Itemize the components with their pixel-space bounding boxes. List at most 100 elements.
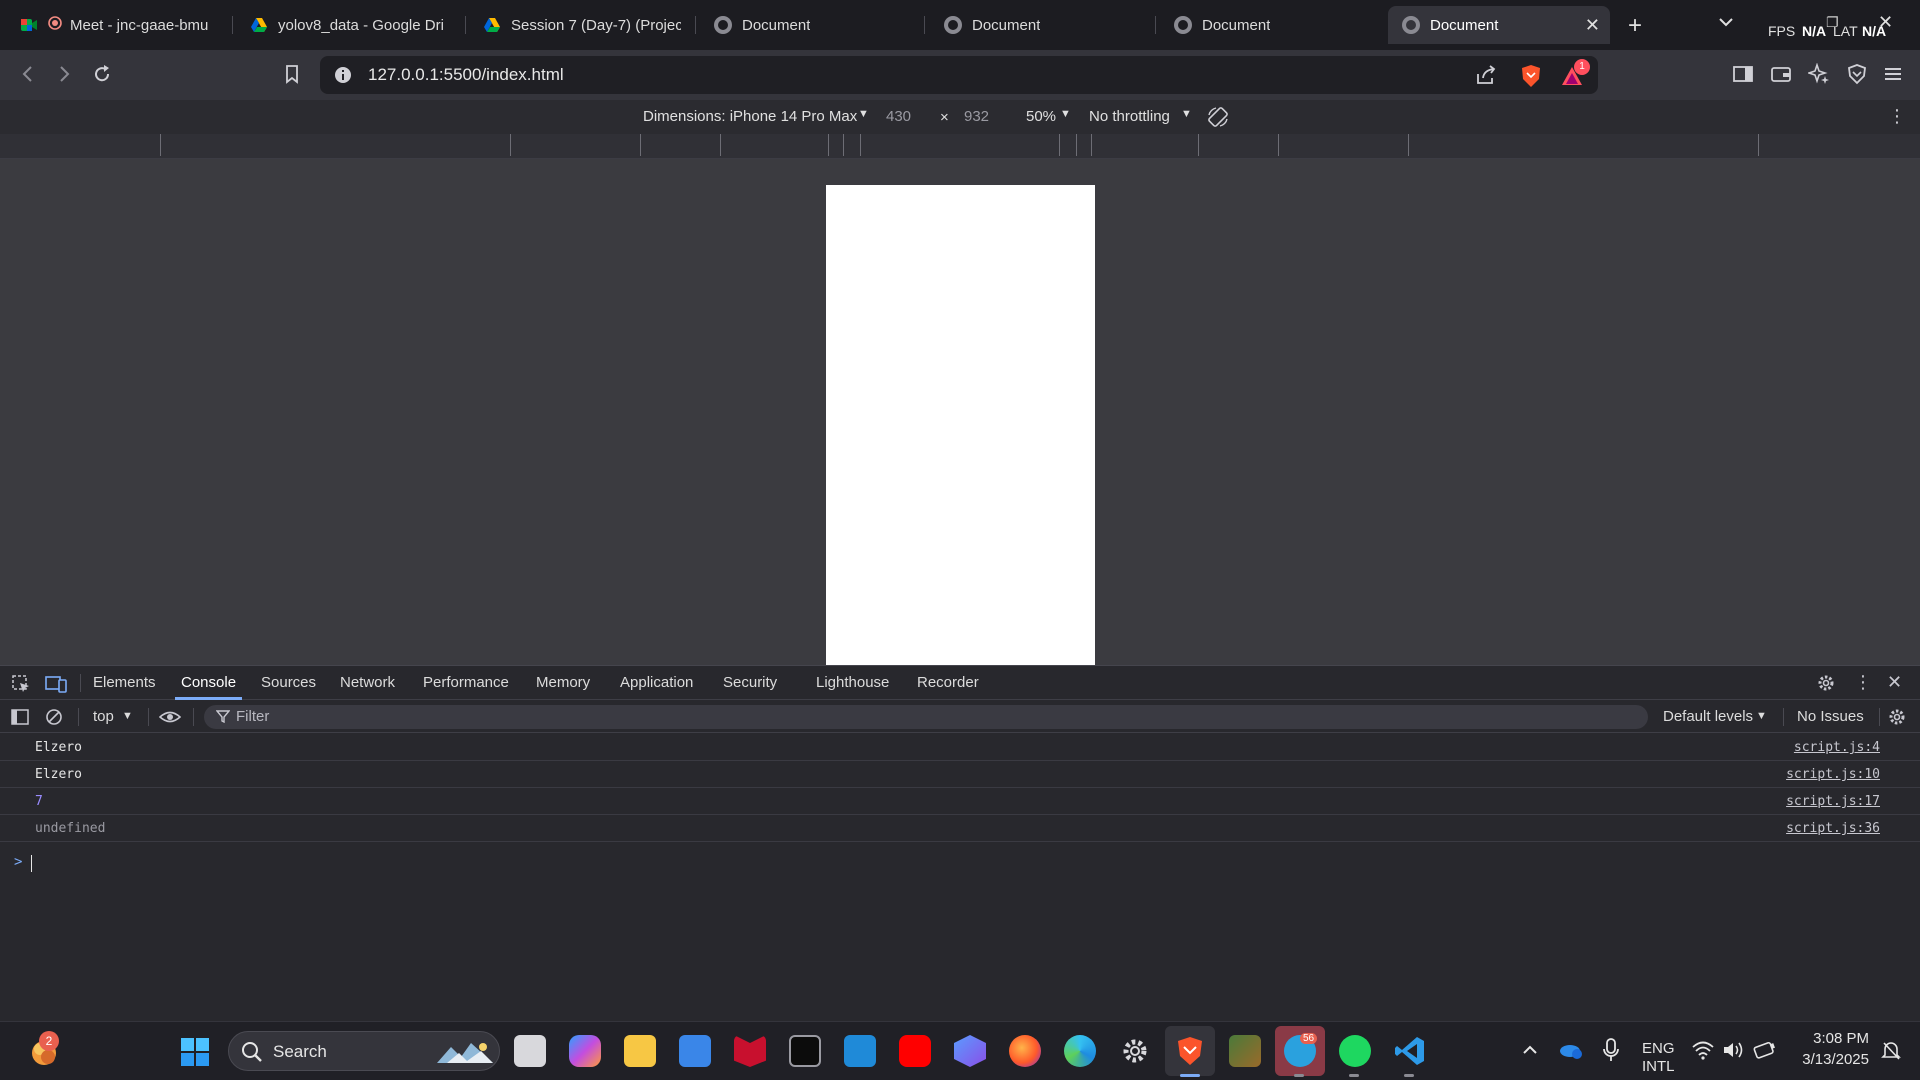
tab-console[interactable]: Console <box>174 666 243 700</box>
device-height-input[interactable]: 932 <box>964 108 989 125</box>
url-text[interactable]: 127.0.0.1:5500/index.html <box>368 65 564 85</box>
log-source-link[interactable]: script.js:4 <box>1794 734 1880 761</box>
device-toolbar-toggle-icon[interactable] <box>45 674 67 699</box>
notification-bell-icon[interactable] <box>1880 1040 1902 1067</box>
tab-yolov8-data[interactable]: yolov8_data - Google Dri <box>236 6 462 44</box>
tab-list-chevron-icon[interactable] <box>1716 12 1736 37</box>
app-hexagon-icon[interactable] <box>954 1035 986 1067</box>
task-view-icon[interactable] <box>514 1035 546 1067</box>
spotify-icon[interactable] <box>1339 1035 1371 1067</box>
vscode-icon[interactable] <box>1394 1035 1426 1072</box>
remote-desktop-icon[interactable] <box>844 1035 876 1067</box>
tab-application[interactable]: Application <box>620 666 693 700</box>
clock-date[interactable]: 3/13/2025 <box>1795 1051 1869 1068</box>
firefox-icon[interactable] <box>1009 1035 1041 1067</box>
tab-lighthouse[interactable]: Lighthouse <box>816 666 889 700</box>
log-source-link[interactable]: script.js:36 <box>1786 815 1880 842</box>
console-sidebar-icon[interactable] <box>11 708 29 730</box>
leo-ai-icon[interactable] <box>1806 62 1830 89</box>
inspect-element-icon[interactable] <box>11 674 31 699</box>
settings-icon[interactable] <box>1119 1035 1151 1072</box>
log-source-link[interactable]: script.js:17 <box>1786 788 1880 815</box>
tab-document-1[interactable]: Document <box>700 6 922 44</box>
console-settings-gear-icon[interactable] <box>1887 707 1907 731</box>
tab-recorder[interactable]: Recorder <box>917 666 979 700</box>
chevron-down-icon[interactable]: ▼ <box>122 710 133 722</box>
close-tab-icon[interactable]: ✕ <box>1585 15 1600 36</box>
microphone-icon[interactable] <box>1602 1038 1620 1067</box>
youtube-icon[interactable] <box>899 1035 931 1067</box>
tab-strip: Meet - jnc-gaae-bmu yolov8_data - Google… <box>0 0 1920 50</box>
media-query-ruler[interactable] <box>0 134 1920 159</box>
volume-icon[interactable] <box>1722 1040 1744 1065</box>
tab-sources[interactable]: Sources <box>261 666 316 700</box>
microsoft-store-icon[interactable] <box>679 1035 711 1067</box>
sidebar-toggle-icon[interactable] <box>1732 64 1754 88</box>
device-dimensions-dropdown[interactable]: Dimensions: iPhone 14 Pro Max <box>643 108 857 125</box>
tab-meet[interactable]: Meet - jnc-gaae-bmu <box>6 6 228 44</box>
log-source-link[interactable]: script.js:10 <box>1786 761 1880 788</box>
tab-label: Session 7 (Day-7) (Project <box>511 16 681 34</box>
keyboard-layout-indicator[interactable]: INTL <box>1642 1058 1675 1075</box>
wallet-icon[interactable] <box>1770 64 1792 88</box>
device-screen[interactable] <box>826 185 1095 665</box>
context-dropdown[interactable]: top <box>93 708 114 725</box>
menu-icon[interactable] <box>1882 63 1904 89</box>
close-devtools-icon[interactable]: ✕ <box>1887 672 1902 693</box>
windows-start-icon[interactable] <box>180 1037 210 1072</box>
console-prompt-area[interactable]: > <box>0 844 1920 1022</box>
clock-time[interactable]: 3:08 PM <box>1805 1030 1869 1047</box>
forward-icon[interactable] <box>54 64 74 88</box>
live-expression-eye-icon[interactable] <box>158 708 182 730</box>
onedrive-icon[interactable] <box>1558 1039 1584 1066</box>
vpn-shield-icon[interactable] <box>1846 63 1868 89</box>
back-icon[interactable] <box>18 64 38 88</box>
settings-gear-icon[interactable] <box>1816 673 1836 698</box>
more-options-icon[interactable]: ⋮ <box>1888 106 1906 127</box>
tab-document-3[interactable]: Document <box>1160 6 1382 44</box>
console-filter-input[interactable]: Filter <box>204 705 1648 729</box>
app-toolbox-icon[interactable] <box>1229 1035 1261 1067</box>
log-message: Elzero <box>35 740 82 755</box>
share-icon[interactable] <box>1475 65 1497 90</box>
tray-overflow-chevron-icon[interactable] <box>1521 1041 1539 1064</box>
battery-icon[interactable] <box>1753 1040 1777 1065</box>
throttling-dropdown[interactable]: No throttling <box>1089 108 1170 125</box>
tab-elements[interactable]: Elements <box>93 666 156 700</box>
device-width-input[interactable]: 430 <box>886 108 911 125</box>
bookmark-icon[interactable] <box>282 64 302 88</box>
devtools-more-icon[interactable]: ⋮ <box>1854 672 1872 693</box>
tab-performance[interactable]: Performance <box>423 666 509 700</box>
address-bar[interactable]: 127.0.0.1:5500/index.html 1 <box>320 56 1598 94</box>
mcafee-icon[interactable] <box>734 1035 766 1067</box>
copilot-icon[interactable] <box>569 1035 601 1067</box>
issues-counter[interactable]: No Issues <box>1797 708 1864 725</box>
brave-browser-icon[interactable] <box>1174 1035 1206 1072</box>
chevron-down-icon[interactable]: ▼ <box>1181 108 1192 120</box>
tab-memory[interactable]: Memory <box>536 666 590 700</box>
chevron-down-icon[interactable]: ▼ <box>1060 108 1071 120</box>
tab-document-active[interactable]: Document ✕ <box>1388 6 1610 44</box>
clear-console-icon[interactable] <box>45 708 63 730</box>
language-indicator[interactable]: ENG <box>1642 1040 1675 1057</box>
tab-document-2[interactable]: Document <box>930 6 1152 44</box>
chevron-down-icon[interactable]: ▼ <box>858 108 869 120</box>
edge-icon[interactable] <box>1064 1035 1096 1067</box>
terminal-icon[interactable] <box>789 1035 821 1067</box>
new-tab-icon[interactable]: + <box>1628 12 1642 40</box>
taskbar-search[interactable]: Search <box>228 1031 500 1071</box>
brave-shields-icon[interactable] <box>1520 64 1542 93</box>
tab-security[interactable]: Security <box>723 666 777 700</box>
devtools-panel: Elements Console Sources Network Perform… <box>0 665 1920 1021</box>
zoom-dropdown[interactable]: 50% <box>1026 108 1056 125</box>
file-explorer-icon[interactable] <box>624 1035 656 1067</box>
tab-session-7[interactable]: Session 7 (Day-7) (Project <box>469 6 691 44</box>
close-window-icon[interactable]: ✕ <box>1878 12 1893 33</box>
tab-network[interactable]: Network <box>340 666 395 700</box>
chevron-down-icon[interactable]: ▼ <box>1756 710 1767 722</box>
wifi-icon[interactable] <box>1692 1040 1714 1065</box>
site-info-icon[interactable] <box>334 66 352 89</box>
reload-icon[interactable] <box>92 64 112 88</box>
rotate-icon[interactable] <box>1206 105 1230 133</box>
log-levels-dropdown[interactable]: Default levels <box>1663 708 1753 725</box>
